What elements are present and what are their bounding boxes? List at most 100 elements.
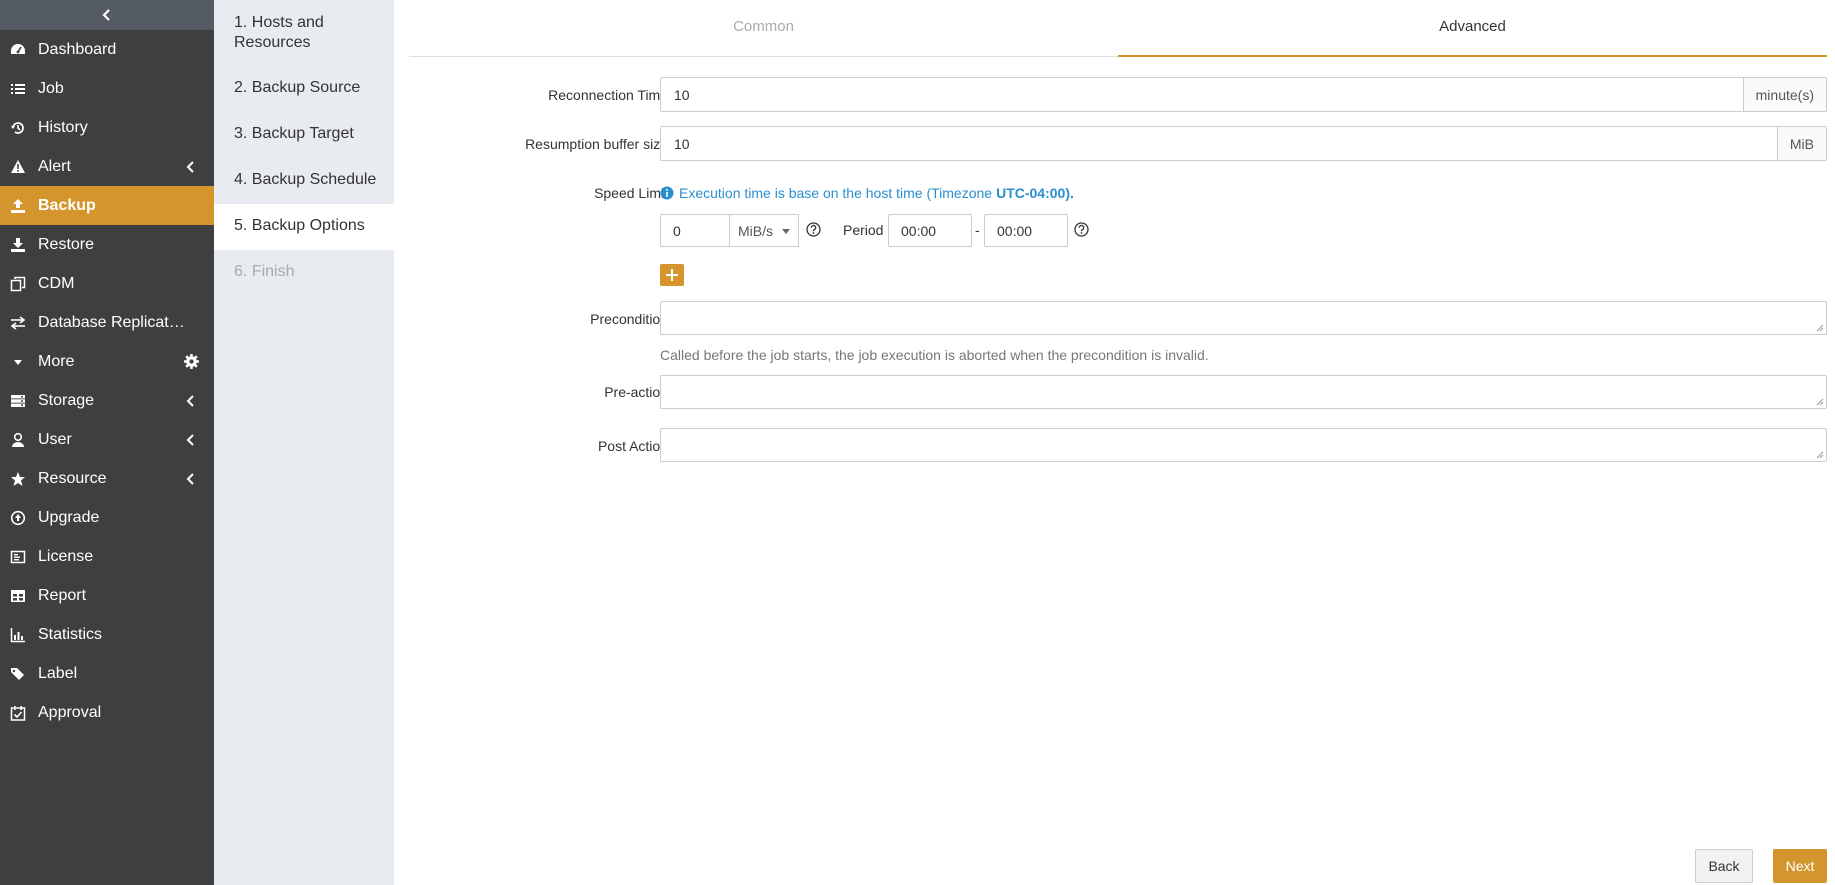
timezone-value: UTC-04:00). (996, 185, 1074, 201)
precondition-textarea[interactable] (660, 301, 1827, 335)
pre-action-textarea[interactable] (660, 375, 1827, 409)
sidebar-item-job[interactable]: Job (0, 69, 214, 108)
step-hosts-and-resources[interactable]: 1. Hosts and Resources (214, 0, 394, 66)
step-finish: 6. Finish (234, 263, 295, 280)
caret-down-icon (782, 229, 790, 234)
sidebar-item-label: Alert (38, 157, 71, 175)
plus-icon (666, 269, 678, 281)
copy-icon (10, 276, 26, 292)
sidebar-item-label[interactable]: Label (0, 654, 214, 693)
gear-icon[interactable] (183, 353, 200, 370)
storage-icon (10, 393, 26, 409)
sidebar-item-history[interactable]: History (0, 108, 214, 147)
sidebar-item-cdm[interactable]: CDM (0, 264, 214, 303)
sidebar: Dashboard Job History Alert Backup Resto… (0, 0, 214, 885)
period-label: Period (843, 222, 884, 238)
speed-unit-value: MiB/s (738, 222, 773, 239)
add-speed-limit-button[interactable] (660, 264, 684, 286)
period-end-input[interactable]: 00:00 (984, 214, 1068, 247)
sidebar-item-alert[interactable]: Alert (0, 147, 214, 186)
tab-advanced[interactable]: Advanced (1118, 0, 1827, 57)
question-circle-icon[interactable] (806, 222, 821, 237)
sidebar-item-backup[interactable]: Backup (0, 186, 214, 225)
speed-limit-input[interactable]: 0 (660, 214, 730, 247)
bar-chart-icon (10, 627, 26, 643)
user-icon (10, 432, 26, 448)
caret-down-icon (10, 354, 26, 370)
resumption-buffer-label: Resumption buffer size (525, 136, 668, 152)
step-backup-options[interactable]: 5. Backup Options (214, 204, 394, 250)
sidebar-item-label: Approval (38, 703, 102, 721)
speed-unit-select[interactable]: MiB/s (729, 214, 799, 247)
timezone-info-text: Execution time is base on the host time … (679, 185, 993, 201)
post-action-textarea[interactable] (660, 428, 1827, 462)
dashboard-icon (10, 42, 26, 58)
sidebar-item-label: Database Replication (38, 313, 188, 331)
reconnection-time-group: minute(s) (660, 77, 1827, 112)
resize-grip-icon (1816, 398, 1824, 406)
tags-icon (10, 666, 26, 682)
speed-limit-label: Speed Limit (594, 185, 668, 201)
list-icon (10, 81, 26, 97)
tabs: Common Advanced (409, 0, 1827, 57)
back-button[interactable]: Back (1695, 849, 1753, 883)
step-backup-source[interactable]: 2. Backup Source (214, 66, 394, 112)
chevron-left-icon (186, 161, 194, 173)
sidebar-item-resource[interactable]: Resource (0, 459, 214, 498)
question-circle-icon[interactable] (1074, 222, 1089, 237)
sidebar-item-dashboard[interactable]: Dashboard (0, 30, 214, 69)
info-icon (660, 186, 674, 200)
resumption-buffer-unit: MiB (1776, 127, 1826, 160)
sidebar-item-storage[interactable]: Storage (0, 381, 214, 420)
table-icon (10, 588, 26, 604)
resize-grip-icon (1816, 451, 1824, 459)
sidebar-item-label: Backup (38, 196, 96, 214)
chevron-left-icon (186, 395, 194, 407)
step-backup-target[interactable]: 3. Backup Target (214, 112, 394, 158)
history-icon (10, 120, 26, 136)
main-content: Common Advanced Reconnection Time minute… (409, 0, 1827, 885)
exchange-icon (10, 315, 26, 331)
sidebar-item-label: License (38, 547, 94, 565)
sidebar-item-label: Job (38, 79, 64, 97)
tab-common[interactable]: Common (409, 0, 1118, 56)
sidebar-item-user[interactable]: User (0, 420, 214, 459)
reconnection-time-input[interactable] (661, 78, 1743, 111)
resumption-buffer-input[interactable] (661, 127, 1777, 160)
sidebar-item-license[interactable]: License (0, 537, 214, 576)
sidebar-item-label: Restore (38, 235, 95, 253)
next-button[interactable]: Next (1773, 849, 1827, 883)
precondition-help-text: Called before the job starts, the job ex… (660, 347, 1209, 363)
reconnection-time-label: Reconnection Time (548, 87, 668, 103)
sidebar-item-label: CDM (38, 274, 75, 292)
sidebar-item-statistics[interactable]: Statistics (0, 615, 214, 654)
sidebar-item-label: History (38, 118, 88, 136)
sidebar-item-upgrade[interactable]: Upgrade (0, 498, 214, 537)
chevron-left-icon (186, 473, 194, 485)
sidebar-item-database-replication[interactable]: Database Replication (0, 303, 214, 342)
download-icon (10, 237, 26, 253)
sidebar-item-approval[interactable]: Approval (0, 693, 214, 732)
sidebar-item-label: Statistics (38, 625, 103, 643)
alert-icon (10, 159, 26, 175)
period-start-input[interactable]: 00:00 (888, 214, 972, 247)
sidebar-item-label: Upgrade (38, 508, 100, 526)
sidebar-item-more[interactable]: More (0, 342, 214, 381)
resize-grip-icon (1816, 324, 1824, 332)
step-backup-schedule[interactable]: 4. Backup Schedule (214, 158, 394, 204)
chevron-left-icon (102, 9, 110, 21)
sidebar-item-label: Storage (38, 391, 95, 409)
sidebar-item-label: User (38, 430, 72, 448)
star-icon (10, 471, 26, 487)
reconnection-time-unit: minute(s) (1742, 78, 1826, 111)
upload-icon (10, 198, 26, 214)
sidebar-collapse-button[interactable] (0, 0, 214, 30)
sidebar-item-label: Dashboard (38, 40, 117, 58)
precondition-label: Precondition (590, 311, 668, 327)
sidebar-item-label: Report (38, 586, 87, 604)
sidebar-item-restore[interactable]: Restore (0, 225, 214, 264)
sidebar-item-report[interactable]: Report (0, 576, 214, 615)
period-dash: - (975, 222, 980, 238)
pre-action-label: Pre-action (604, 384, 668, 400)
calendar-check-icon (10, 705, 26, 721)
